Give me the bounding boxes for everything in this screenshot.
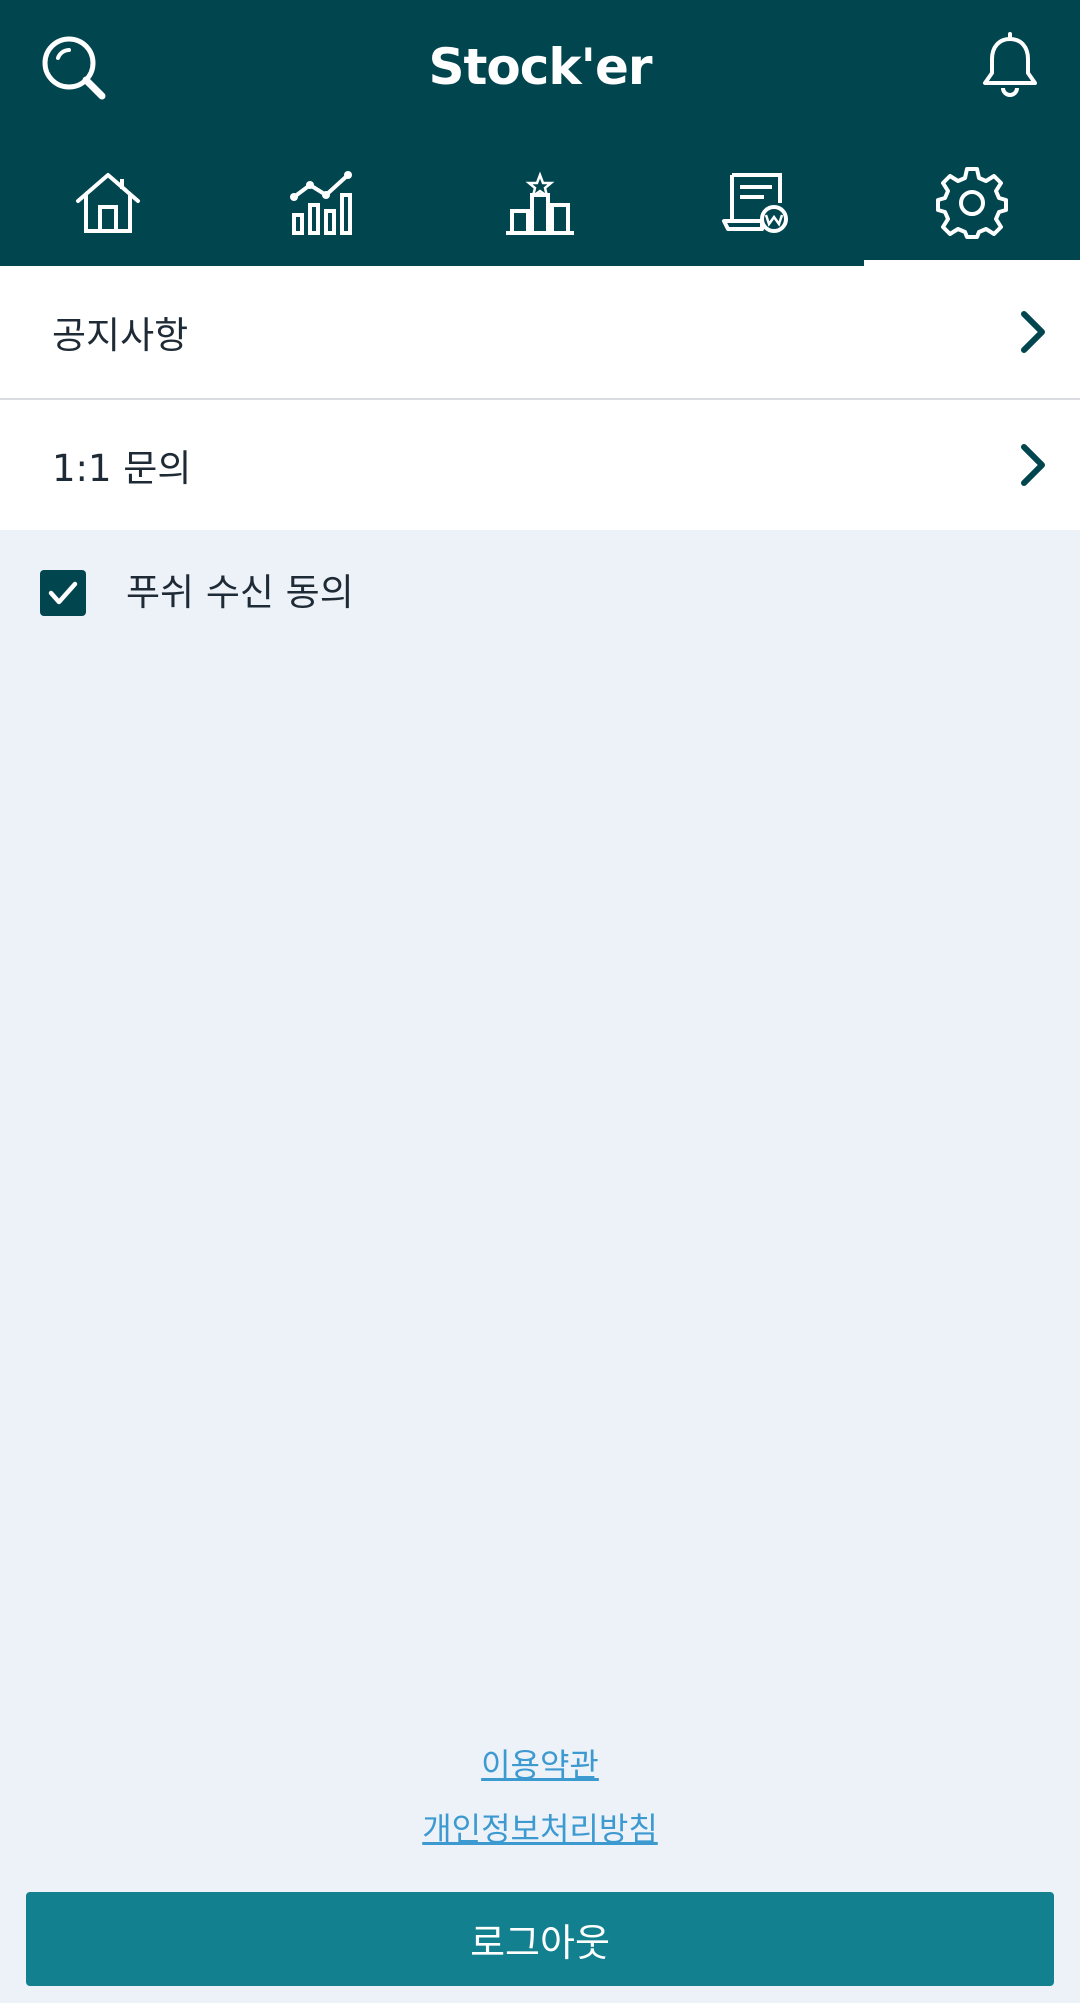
bell-icon — [983, 32, 1037, 97]
push-consent-checkbox[interactable] — [40, 570, 86, 616]
settings-menu: 공지사항 1:1 문의 — [0, 266, 1080, 530]
push-consent-row: 푸쉬 수신 동의 — [0, 560, 1080, 630]
tab-settings[interactable] — [864, 140, 1080, 266]
ranking-icon — [506, 171, 574, 235]
settings-screen: Stock'er 공지사항 1:1 문의 푸쉬 수신 동의 이용약관 개인정보처… — [0, 0, 1080, 2003]
notifications-button[interactable] — [970, 26, 1050, 106]
app-title: Stock'er — [428, 38, 652, 96]
notice-menu-item[interactable]: 공지사항 — [0, 266, 1080, 398]
checkmark-icon — [48, 581, 78, 605]
chart-icon — [290, 171, 352, 235]
app-header: Stock'er — [0, 0, 1080, 266]
search-icon — [42, 36, 106, 100]
notice-label: 공지사항 — [52, 314, 189, 357]
tab-receipt[interactable] — [648, 140, 864, 266]
inquiry-menu-item[interactable]: 1:1 문의 — [0, 398, 1080, 530]
tab-bar — [0, 140, 1080, 266]
logout-button[interactable]: 로그아웃 — [26, 1892, 1054, 1986]
chevron-right-icon — [1021, 444, 1045, 486]
terms-link[interactable]: 이용약관 — [0, 1740, 1080, 1786]
inquiry-label: 1:1 문의 — [52, 447, 192, 490]
chevron-right-icon — [1021, 311, 1045, 353]
tab-chart[interactable] — [216, 140, 432, 266]
home-icon — [76, 173, 140, 233]
search-button[interactable] — [34, 28, 114, 108]
tab-home[interactable] — [0, 140, 216, 266]
tab-ranking[interactable] — [432, 140, 648, 266]
receipt-icon — [722, 173, 788, 233]
push-consent-label: 푸쉬 수신 동의 — [126, 571, 354, 614]
top-bar: Stock'er — [0, 0, 1080, 140]
privacy-policy-link[interactable]: 개인정보처리방침 — [0, 1804, 1080, 1850]
gear-icon — [936, 167, 1008, 239]
